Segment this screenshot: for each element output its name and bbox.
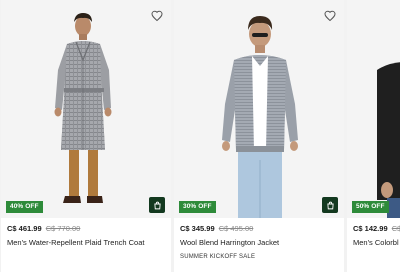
original-price: C$ 770.00 xyxy=(45,224,81,233)
product-name[interactable]: Wool Blend Harrington Jacket xyxy=(180,238,340,248)
product-info: C$ 142.99 C$ Men's Colorbl xyxy=(353,224,400,248)
sale-price: C$ 142.99 xyxy=(353,224,388,233)
model-colorblock-sweater-illustration xyxy=(377,62,400,218)
model-trench-coat-illustration xyxy=(54,13,112,203)
product-info: C$ 345.99 C$ 495.00 Wool Blend Harringto… xyxy=(180,224,340,261)
price-row: C$ 345.99 C$ 495.00 xyxy=(180,224,340,234)
product-name[interactable]: Men's Colorbl xyxy=(353,238,399,248)
price-row: C$ 142.99 C$ xyxy=(353,224,400,234)
product-card[interactable]: 50% OFF C$ 142.99 C$ Men's Colorbl xyxy=(347,0,400,272)
original-price: C$ 495.00 xyxy=(218,224,254,233)
discount-badge: 50% OFF xyxy=(352,201,389,213)
price-row: C$ 461.99 C$ 770.00 xyxy=(7,224,167,234)
product-image[interactable]: 40% OFF xyxy=(1,0,171,218)
add-to-bag-button[interactable] xyxy=(149,197,165,213)
sale-price: C$ 345.99 xyxy=(180,224,215,233)
product-name[interactable]: Men's Water-Repellent Plaid Trench Coat xyxy=(7,238,167,248)
product-info: C$ 461.99 C$ 770.00 Men's Water-Repellen… xyxy=(7,224,167,248)
sale-price: C$ 461.99 xyxy=(7,224,42,233)
heart-outline-icon[interactable] xyxy=(151,10,163,22)
shopping-bag-icon xyxy=(326,201,334,209)
discount-badge: 40% OFF xyxy=(6,201,43,213)
heart-outline-icon[interactable] xyxy=(324,10,336,22)
promo-label: SUMMER KICKOFF SALE xyxy=(180,254,256,260)
add-to-bag-button[interactable] xyxy=(322,197,338,213)
product-card[interactable]: 40% OFF C$ 461.99 C$ 770.00 Men's Water-… xyxy=(1,0,171,272)
product-image[interactable]: 30% OFF xyxy=(174,0,344,218)
original-price: C$ xyxy=(391,224,400,233)
model-harrington-jacket-illustration xyxy=(222,16,298,218)
discount-badge: 30% OFF xyxy=(179,201,216,213)
product-card[interactable]: 30% OFF C$ 345.99 C$ 495.00 Wool Blend H… xyxy=(174,0,344,272)
product-image[interactable]: 50% OFF xyxy=(347,0,400,218)
shopping-bag-icon xyxy=(153,201,161,209)
product-carousel: 40% OFF C$ 461.99 C$ 770.00 Men's Water-… xyxy=(0,0,400,272)
